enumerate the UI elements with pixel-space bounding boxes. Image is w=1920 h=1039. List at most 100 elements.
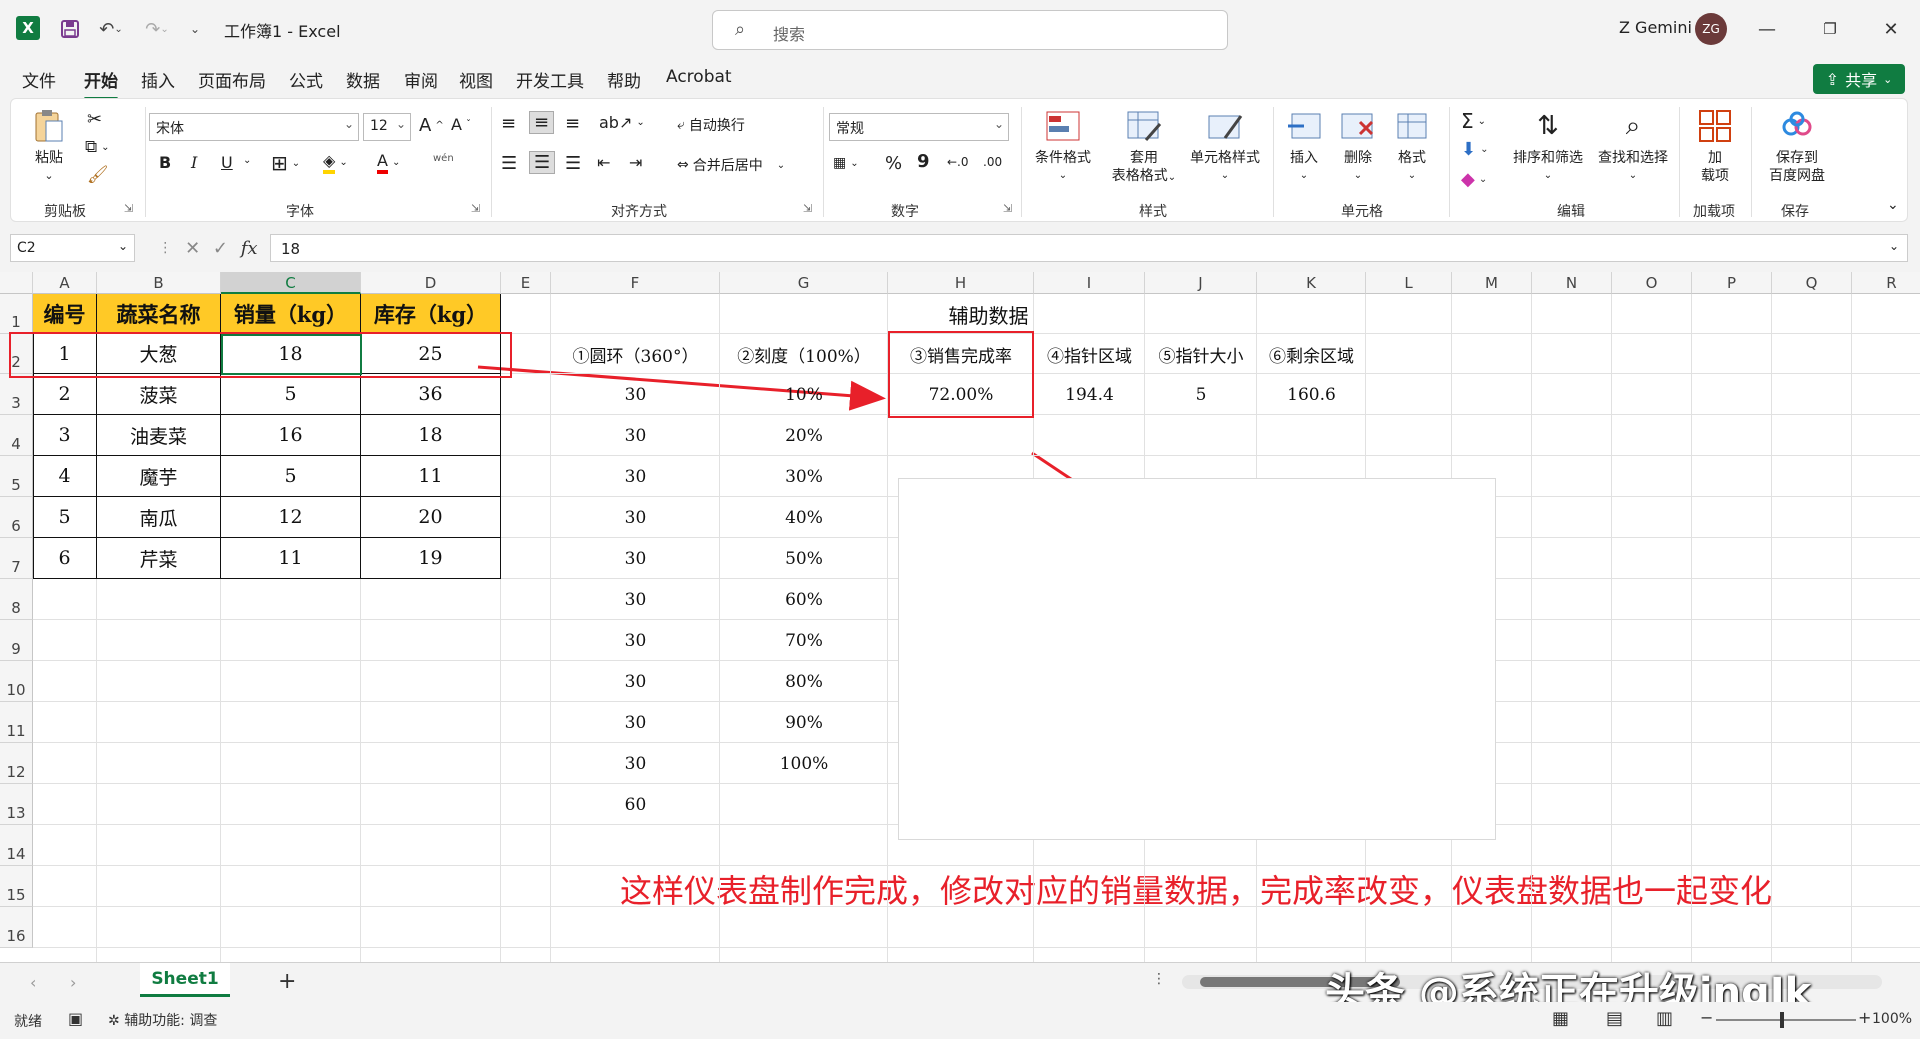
- sort-filter-button[interactable]: ⇅ 排序和筛选 ⌄: [1507, 107, 1589, 185]
- column-header[interactable]: B: [97, 272, 221, 294]
- aux-header-cell[interactable]: ⑤指针大小: [1145, 334, 1257, 374]
- search-box[interactable]: ⌕ 搜索: [712, 10, 1228, 50]
- table-cell[interactable]: 芹菜: [97, 538, 221, 579]
- expand-formula-icon[interactable]: ⌄: [1889, 239, 1899, 253]
- scale-value-cell[interactable]: 90%: [720, 702, 888, 743]
- delete-cells-button[interactable]: 删除 ⌄: [1335, 107, 1381, 185]
- aux-header-cell[interactable]: ①圆环（360°）: [551, 334, 720, 374]
- aux-header-cell[interactable]: ⑥剩余区域: [1257, 334, 1366, 374]
- shrink-font-icon[interactable]: Aˇ: [451, 115, 471, 134]
- gauge-chart[interactable]: [898, 478, 1496, 840]
- share-button[interactable]: ⇪ 共享 ⌄: [1813, 64, 1905, 94]
- table-cell[interactable]: 菠菜: [97, 374, 221, 415]
- ring-value-cell[interactable]: 30: [551, 456, 720, 497]
- bold-button[interactable]: B: [159, 153, 171, 172]
- macro-record-icon[interactable]: ▣: [68, 1009, 83, 1028]
- font-name-select[interactable]: 宋体 ⌄: [149, 113, 359, 141]
- row-header[interactable]: 13: [0, 784, 33, 825]
- add-sheet-button[interactable]: +: [278, 969, 296, 994]
- ring-value-cell[interactable]: 30: [551, 661, 720, 702]
- align-right-icon[interactable]: ☰: [565, 153, 581, 174]
- table-cell[interactable]: 18: [361, 415, 501, 456]
- pointer-area-cell[interactable]: 194.4: [1034, 374, 1145, 415]
- cut-icon[interactable]: ✂: [87, 109, 102, 130]
- zoom-slider[interactable]: [1716, 1012, 1856, 1028]
- row-header[interactable]: 1: [0, 294, 33, 334]
- table-cell[interactable]: 油麦菜: [97, 415, 221, 456]
- column-header[interactable]: E: [501, 272, 551, 294]
- align-bottom-icon[interactable]: ≡: [565, 113, 580, 134]
- tab-page-layout[interactable]: 页面布局: [198, 67, 266, 92]
- column-header[interactable]: L: [1366, 272, 1452, 294]
- add-ins-button[interactable]: 加载项: [1687, 107, 1743, 185]
- table-cell[interactable]: 6: [33, 538, 97, 579]
- accessibility-status[interactable]: ✲ 辅助功能: 调查: [108, 1010, 217, 1030]
- more-icon[interactable]: ⋮: [1152, 971, 1166, 987]
- align-left-icon[interactable]: ☰: [501, 153, 517, 174]
- fill-color-icon[interactable]: ◈ ⌄: [323, 151, 348, 174]
- name-box[interactable]: C2 ⌄: [10, 234, 135, 262]
- user-name[interactable]: Z Gemini: [1619, 18, 1692, 37]
- tab-acrobat[interactable]: Acrobat: [666, 67, 732, 87]
- tab-file[interactable]: 文件: [22, 67, 56, 92]
- format-painter-icon[interactable]: 🖌: [87, 165, 109, 185]
- dialog-launcher-icon[interactable]: ⇲: [803, 202, 812, 215]
- zoom-level[interactable]: 100%: [1872, 1011, 1912, 1027]
- dialog-launcher-icon[interactable]: ⇲: [124, 202, 133, 215]
- spreadsheet-grid[interactable]: 10%20%30%40%50%60%70%80%90%100%72.00% 这样…: [0, 272, 1920, 968]
- ring-value-cell[interactable]: 30: [551, 702, 720, 743]
- ring-value-cell[interactable]: 30: [551, 743, 720, 784]
- pointer-size-cell[interactable]: 5: [1145, 374, 1257, 415]
- row-header[interactable]: 9: [0, 620, 33, 661]
- column-header[interactable]: I: [1034, 272, 1145, 294]
- row-header[interactable]: 10: [0, 661, 33, 702]
- column-header[interactable]: H: [888, 272, 1034, 294]
- table-header-cell[interactable]: 编号: [33, 294, 97, 334]
- zoom-slider-thumb[interactable]: [1780, 1012, 1784, 1028]
- scale-value-cell[interactable]: 80%: [720, 661, 888, 702]
- insert-cells-button[interactable]: 插入 ⌄: [1281, 107, 1327, 185]
- row-header[interactable]: 12: [0, 743, 33, 784]
- autosum-icon[interactable]: Σ ⌄: [1461, 109, 1486, 133]
- enter-icon[interactable]: ✓: [213, 238, 228, 259]
- prev-sheet-icon[interactable]: ‹: [30, 973, 36, 992]
- table-cell[interactable]: 11: [361, 456, 501, 497]
- column-header[interactable]: O: [1612, 272, 1692, 294]
- table-header-cell[interactable]: 库存（kg）: [361, 294, 501, 334]
- comma-button[interactable]: 9: [917, 151, 930, 172]
- ring-value-cell[interactable]: 30: [551, 620, 720, 661]
- close-icon[interactable]: ✕: [1876, 14, 1906, 44]
- row-header[interactable]: 6: [0, 497, 33, 538]
- customize-toolbar-icon[interactable]: ⌄: [188, 17, 202, 41]
- next-sheet-icon[interactable]: ›: [70, 973, 76, 992]
- currency-icon[interactable]: ▦ ⌄: [833, 155, 859, 171]
- decrease-indent-icon[interactable]: ⇤: [597, 153, 610, 172]
- more-icon[interactable]: ⋮: [158, 240, 172, 256]
- column-header[interactable]: G: [720, 272, 888, 294]
- ring-value-cell[interactable]: 30: [551, 374, 720, 415]
- zoom-out-icon[interactable]: −: [1700, 1008, 1713, 1027]
- border-icon[interactable]: ⊞ ⌄: [271, 151, 300, 175]
- select-all-corner[interactable]: [0, 272, 33, 294]
- minimize-icon[interactable]: —: [1752, 14, 1782, 44]
- row-header[interactable]: 4: [0, 415, 33, 456]
- table-cell[interactable]: 4: [33, 456, 97, 497]
- column-header[interactable]: K: [1257, 272, 1366, 294]
- column-header[interactable]: C: [221, 272, 361, 294]
- column-header[interactable]: D: [361, 272, 501, 294]
- fill-icon[interactable]: ⬇ ⌄: [1461, 139, 1488, 160]
- ring-value-cell[interactable]: 30: [551, 497, 720, 538]
- tab-formulas[interactable]: 公式: [289, 67, 323, 92]
- tab-developer[interactable]: 开发工具: [516, 67, 584, 92]
- tab-home[interactable]: 开始: [84, 67, 118, 100]
- ring-value-cell[interactable]: 30: [551, 579, 720, 620]
- format-cells-button[interactable]: 格式 ⌄: [1389, 107, 1435, 185]
- row-header[interactable]: 5: [0, 456, 33, 497]
- ring-value-cell[interactable]: 30: [551, 538, 720, 579]
- restore-icon[interactable]: ❐: [1815, 14, 1845, 44]
- scale-value-cell[interactable]: 70%: [720, 620, 888, 661]
- column-header[interactable]: J: [1145, 272, 1257, 294]
- collapse-ribbon-icon[interactable]: ⌄: [1887, 197, 1899, 213]
- table-cell[interactable]: 5: [221, 374, 361, 415]
- column-header[interactable]: P: [1692, 272, 1772, 294]
